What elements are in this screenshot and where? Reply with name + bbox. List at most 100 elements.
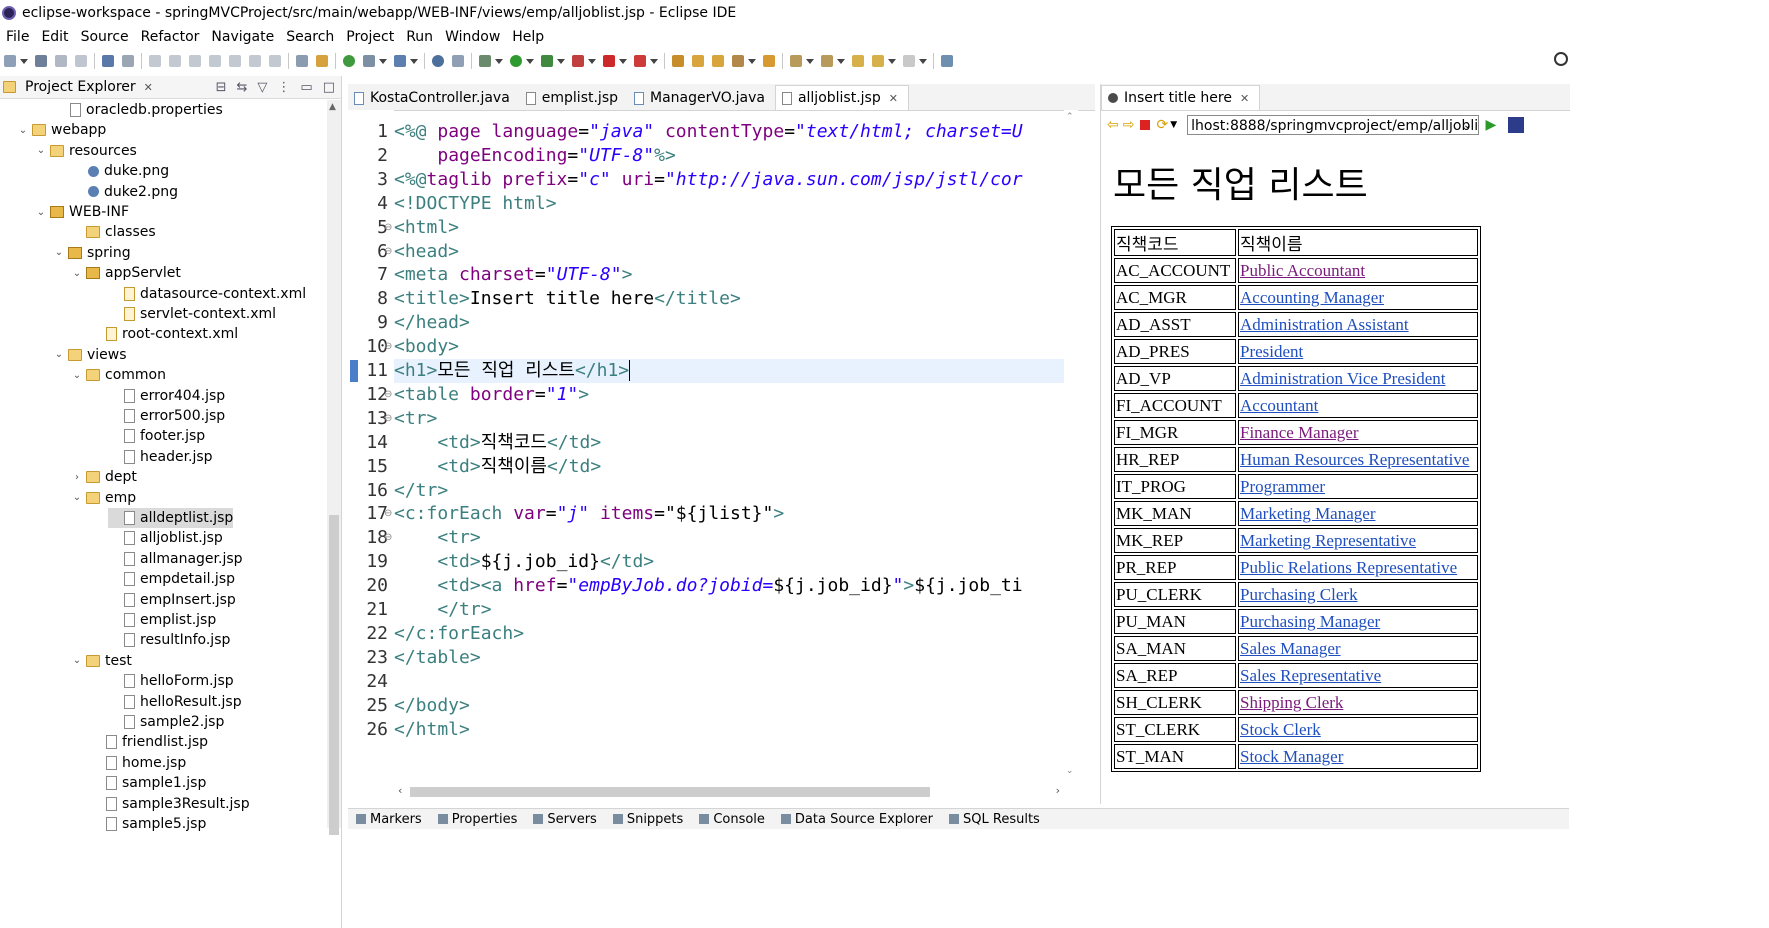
job-link[interactable]: Stock Manager [1240, 747, 1343, 766]
open-type-icon[interactable] [316, 55, 328, 67]
job-link[interactable]: Stock Clerk [1240, 720, 1321, 739]
close-icon[interactable]: ✕ [1240, 92, 1249, 105]
tree-item[interactable]: servlet-context.xml [108, 304, 276, 324]
tree-item[interactable]: alldeptlist.jsp [108, 508, 234, 528]
bottom-tab[interactable]: Console [699, 812, 765, 827]
fold-toggle-icon[interactable]: ⊖ [384, 526, 392, 550]
project-explorer-title[interactable]: Project Explorer [25, 79, 136, 95]
tree-item[interactable]: classes [72, 222, 156, 242]
bottom-tab[interactable]: Servers [533, 812, 597, 827]
tree-item[interactable]: empInsert.jsp [108, 590, 236, 610]
open-resource-icon[interactable] [672, 55, 684, 67]
menu-edit[interactable]: Edit [35, 29, 74, 45]
chevron-down-icon[interactable] [557, 58, 565, 64]
open-folder-icon[interactable] [692, 55, 704, 67]
close-icon[interactable]: ✕ [144, 81, 153, 94]
print-icon[interactable] [75, 55, 87, 67]
refresh-icon[interactable]: ⟳ [1156, 117, 1168, 133]
tree-item[interactable]: duke.png [72, 161, 169, 181]
job-link[interactable]: Sales Manager [1240, 639, 1341, 658]
tree-item[interactable]: friendlist.jsp [90, 732, 208, 752]
chevron-down-icon[interactable]: ⌄ [36, 207, 46, 218]
tree-item[interactable]: alljoblist.jsp [108, 528, 223, 548]
stop-icon[interactable] [603, 55, 615, 67]
debug-icon[interactable] [479, 55, 491, 67]
bottom-tab[interactable]: Data Source Explorer [780, 812, 933, 827]
new-wizard-icon[interactable] [452, 55, 464, 67]
tree-item[interactable]: header.jsp [108, 447, 213, 467]
chevron-down-icon[interactable]: ▼ [1170, 120, 1177, 130]
menu-search[interactable]: Search [280, 29, 340, 45]
tree-item[interactable]: ⌄ common [72, 365, 166, 385]
last-edit-icon[interactable] [852, 55, 864, 67]
chevron-down-icon[interactable] [888, 58, 896, 64]
tree-item[interactable]: ⌄ WEB-INF [36, 202, 129, 222]
tree-item[interactable]: resultInfo.jsp [108, 630, 230, 650]
chevron-down-icon[interactable] [526, 58, 534, 64]
tree-item[interactable]: ⌄ views [54, 345, 127, 365]
editor-tab[interactable]: emplist.jsp [520, 86, 628, 110]
tree-item[interactable]: ⌄ emp [72, 488, 136, 508]
save-all-icon[interactable] [55, 55, 67, 67]
url-dropdown-icon[interactable]: ⌄ [1463, 120, 1471, 131]
job-link[interactable]: Marketing Representative [1240, 531, 1416, 550]
globe-icon[interactable] [432, 55, 444, 67]
forward-icon[interactable]: ⇨ [1123, 117, 1135, 133]
chevron-down-icon[interactable]: ⌄ [72, 655, 82, 666]
editor-tab[interactable]: alljoblist.jsp ✕ [774, 85, 909, 110]
chevron-down-icon[interactable]: ⌄ [72, 370, 82, 381]
fold-toggle-icon[interactable]: ⊖ [384, 383, 392, 407]
fold-toggle-icon[interactable]: ⊖ [384, 216, 392, 240]
job-link[interactable]: Purchasing Manager [1240, 612, 1380, 631]
job-link[interactable]: Programmer [1240, 477, 1325, 496]
editor-vertical-scrollbar[interactable]: ⌃ ⌄ [1064, 110, 1078, 778]
code-area[interactable]: <%@ page language="java" contentType="te… [394, 110, 1064, 770]
fold-toggle-icon[interactable]: ⊖ [384, 240, 392, 264]
collapse-all-icon[interactable]: ⊟ [216, 80, 227, 95]
chevron-down-icon[interactable] [588, 58, 596, 64]
link-editor-icon[interactable]: ⇆ [237, 80, 248, 95]
tree-item[interactable]: error500.jsp [108, 406, 225, 426]
tree-item[interactable]: oracledb.properties [54, 100, 223, 120]
bottom-tab[interactable]: Snippets [612, 812, 683, 827]
refresh-icon[interactable] [343, 55, 355, 67]
job-link[interactable]: Administration Assistant [1240, 315, 1409, 334]
job-link[interactable]: Administration Vice President [1240, 369, 1445, 388]
chevron-down-icon[interactable] [650, 58, 658, 64]
chevron-right-icon[interactable]: › [72, 472, 82, 483]
scroll-down-icon[interactable]: ⌄ [1066, 766, 1074, 776]
stop-icon[interactable] [1140, 120, 1151, 130]
tree-item[interactable]: sample1.jsp [90, 773, 206, 793]
next-annotation-icon[interactable] [790, 55, 802, 67]
tree-item[interactable]: sample5.jsp [90, 814, 206, 834]
chevron-down-icon[interactable]: ⌄ [54, 247, 64, 258]
tree-item[interactable]: ⌄ test [72, 651, 132, 671]
scroll-up-icon[interactable]: ▲ [329, 102, 336, 112]
suspend-icon[interactable] [169, 55, 181, 67]
job-link[interactable]: Finance Manager [1240, 423, 1358, 442]
new-icon[interactable] [4, 55, 16, 67]
chevron-down-icon[interactable] [806, 58, 814, 64]
editor-tab[interactable]: KostaController.java [348, 86, 520, 110]
chevron-down-icon[interactable] [410, 58, 418, 64]
web-services-icon[interactable] [394, 55, 406, 67]
search-icon[interactable] [1554, 52, 1568, 66]
menu-window[interactable]: Window [439, 29, 506, 45]
tree-item[interactable]: footer.jsp [108, 426, 205, 446]
tree-item[interactable]: sample2.jsp [108, 712, 224, 732]
resume-icon[interactable] [149, 55, 161, 67]
pen-icon[interactable] [732, 55, 744, 67]
terminal-icon[interactable] [102, 55, 114, 67]
menu-run[interactable]: Run [400, 29, 439, 45]
fold-toggle-icon[interactable]: ⊖ [384, 335, 392, 359]
tree-item[interactable]: ⌄ spring [54, 243, 131, 263]
step-into-icon[interactable] [229, 55, 241, 67]
chevron-down-icon[interactable]: ⌄ [36, 145, 46, 156]
minimize-icon[interactable]: ▭ [300, 80, 312, 95]
tree-item[interactable]: helloResult.jsp [108, 692, 242, 712]
bottom-tab[interactable]: SQL Results [949, 812, 1040, 827]
job-link[interactable]: Shipping Clerk [1240, 693, 1343, 712]
chevron-down-icon[interactable] [619, 58, 627, 64]
tree-item[interactable]: ⌄ resources [36, 141, 137, 161]
tree-item[interactable]: home.jsp [90, 753, 186, 773]
